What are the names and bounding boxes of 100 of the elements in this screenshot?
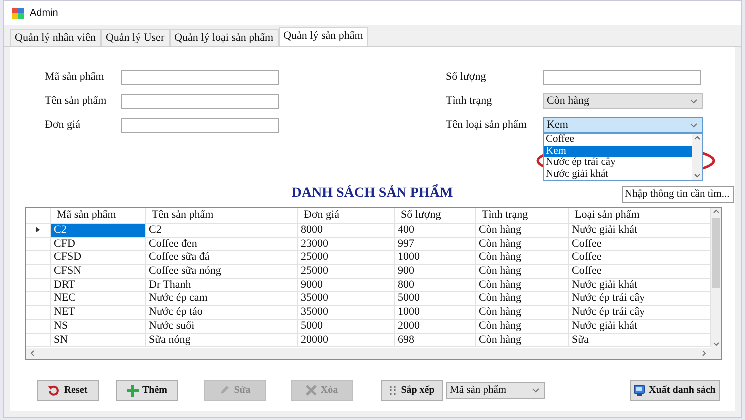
column-header[interactable]: Tình trạng (476, 208, 569, 224)
table-cell: C2 (146, 224, 298, 238)
table-cell: CFSD (51, 251, 146, 266)
table-cell: Nước ép cam (146, 292, 298, 306)
add-button[interactable]: Thêm (116, 380, 178, 401)
table-cell: 35000 (298, 306, 395, 320)
table-cell: 400 (395, 224, 476, 238)
table-cell: 1000 (395, 306, 476, 320)
table-cell: Sữa nóng (146, 334, 298, 348)
app-icon (12, 8, 24, 18)
reset-button[interactable]: Reset (37, 380, 99, 401)
caret-icon (690, 98, 698, 104)
table-cell: Coffee (569, 265, 711, 279)
scroll-up-icon[interactable] (712, 208, 720, 216)
table-cell: Coffee sữa nóng (146, 265, 298, 279)
table-cell: Nước giải khát (569, 278, 711, 292)
table-cell: 997 (395, 238, 476, 252)
monitor-icon (634, 385, 646, 396)
table-cell: Còn hàng (476, 238, 569, 252)
table-cell: 5000 (298, 320, 395, 334)
table-cell: DRT (51, 278, 146, 292)
column-header[interactable]: Đơn giá (298, 208, 395, 224)
close-icon (306, 385, 317, 396)
scroll-down-icon[interactable] (712, 340, 720, 348)
sort-dropdown[interactable]: Mã sản phẩm (446, 382, 545, 399)
table-cell: 1000 (395, 251, 476, 266)
table-cell: NET (51, 306, 146, 320)
table-cell: Còn hàng (476, 334, 569, 348)
table-cell: 698 (395, 334, 476, 348)
table-cell: NEC (51, 292, 146, 306)
table-cell: 20000 (298, 334, 395, 348)
tab[interactable]: Quản lý nhân viên (10, 29, 101, 46)
table-cell: Nước giải khát (569, 320, 711, 334)
scroll-up-icon[interactable] (694, 136, 700, 140)
table-cell: Còn hàng (476, 224, 569, 238)
table-cell: Coffee (569, 251, 711, 266)
input-field[interactable] (121, 118, 279, 132)
table-cell: CFD (51, 238, 146, 252)
table-cell: Coffee đen (146, 238, 298, 252)
table-cell: Coffee sữa đá (146, 251, 298, 266)
table-cell: Nước suối (146, 320, 298, 334)
refresh-icon (48, 384, 60, 396)
table-cell: 25000 (298, 265, 395, 279)
sort-icon (389, 384, 398, 396)
caret-icon (532, 388, 540, 393)
table-cell: Còn hàng (476, 265, 569, 279)
table-cell: Nước ép trái cây (569, 306, 711, 320)
table-cell: 9000 (298, 278, 395, 292)
table-cell: 35000 (298, 292, 395, 306)
tab[interactable]: Quản lý sản phẩm (278, 27, 368, 46)
table-cell: Còn hàng (476, 320, 569, 334)
table-cell: C2 (51, 224, 146, 238)
export-button[interactable]: Xuất danh sách (630, 380, 720, 401)
table-cell: Còn hàng (476, 306, 569, 320)
field-label: Đơn giá (45, 119, 82, 131)
list-title: DANH SÁCH SẢN PHẨM (292, 186, 454, 201)
table-cell: 800 (395, 278, 476, 292)
table-cell: 5000 (395, 292, 476, 306)
field-label: Số lượng (446, 71, 488, 83)
input-field[interactable] (121, 94, 279, 108)
dropdown-option[interactable]: Coffee (544, 134, 692, 146)
column-header[interactable]: Loại sản phẩm (569, 208, 711, 224)
table-cell: CFSN (51, 265, 146, 279)
caret-icon (690, 122, 698, 128)
table-cell: 8000 (298, 224, 395, 238)
table-cell: 2000 (395, 320, 476, 334)
table-cell: Dr Thanh (146, 278, 298, 292)
table-cell: NS (51, 320, 146, 334)
column-header[interactable]: Tên sản phẩm (146, 208, 298, 224)
tab[interactable]: Quản lý loại sản phẩm (170, 29, 279, 46)
pencil-icon (219, 385, 230, 396)
search-field[interactable]: Nhập thông tin cần tìm... (622, 186, 734, 202)
column-header[interactable]: Số lượng (395, 208, 476, 224)
table-cell: Nước ép táo (146, 306, 298, 320)
vertical-scrollbar[interactable] (711, 208, 721, 348)
input-field[interactable] (121, 70, 279, 84)
table-cell: Còn hàng (476, 251, 569, 266)
table-cell: Nước ép trái cây (569, 292, 711, 306)
table-cell: Còn hàng (476, 292, 569, 306)
table-cell: SN (51, 334, 146, 348)
table-cell: 25000 (298, 251, 395, 266)
scroll-right-icon[interactable] (702, 350, 707, 357)
field-label: Tên sản phẩm (45, 95, 108, 107)
field-label: Tình trạng (446, 95, 494, 107)
plus-icon (126, 384, 138, 396)
table-cell: 23000 (298, 238, 395, 252)
input-field[interactable] (543, 70, 701, 84)
tab[interactable]: Quản lý User (100, 29, 170, 46)
scroll-left-icon[interactable] (30, 350, 35, 357)
window-title: Admin (30, 8, 58, 18)
corner-header (26, 208, 51, 224)
table-cell: Coffee (569, 238, 711, 252)
table-cell: Sữa (569, 334, 711, 348)
category-dropdown[interactable]: Kem (543, 117, 703, 133)
table-cell: 900 (395, 265, 476, 279)
horizontal-scrollbar[interactable] (26, 348, 721, 359)
sort-button[interactable]: Sắp xếp (381, 380, 443, 401)
table-cell: Còn hàng (476, 278, 569, 292)
table-cell: Nước giải khát (569, 224, 711, 238)
field-label: Tên loại sản phẩm (446, 119, 528, 131)
